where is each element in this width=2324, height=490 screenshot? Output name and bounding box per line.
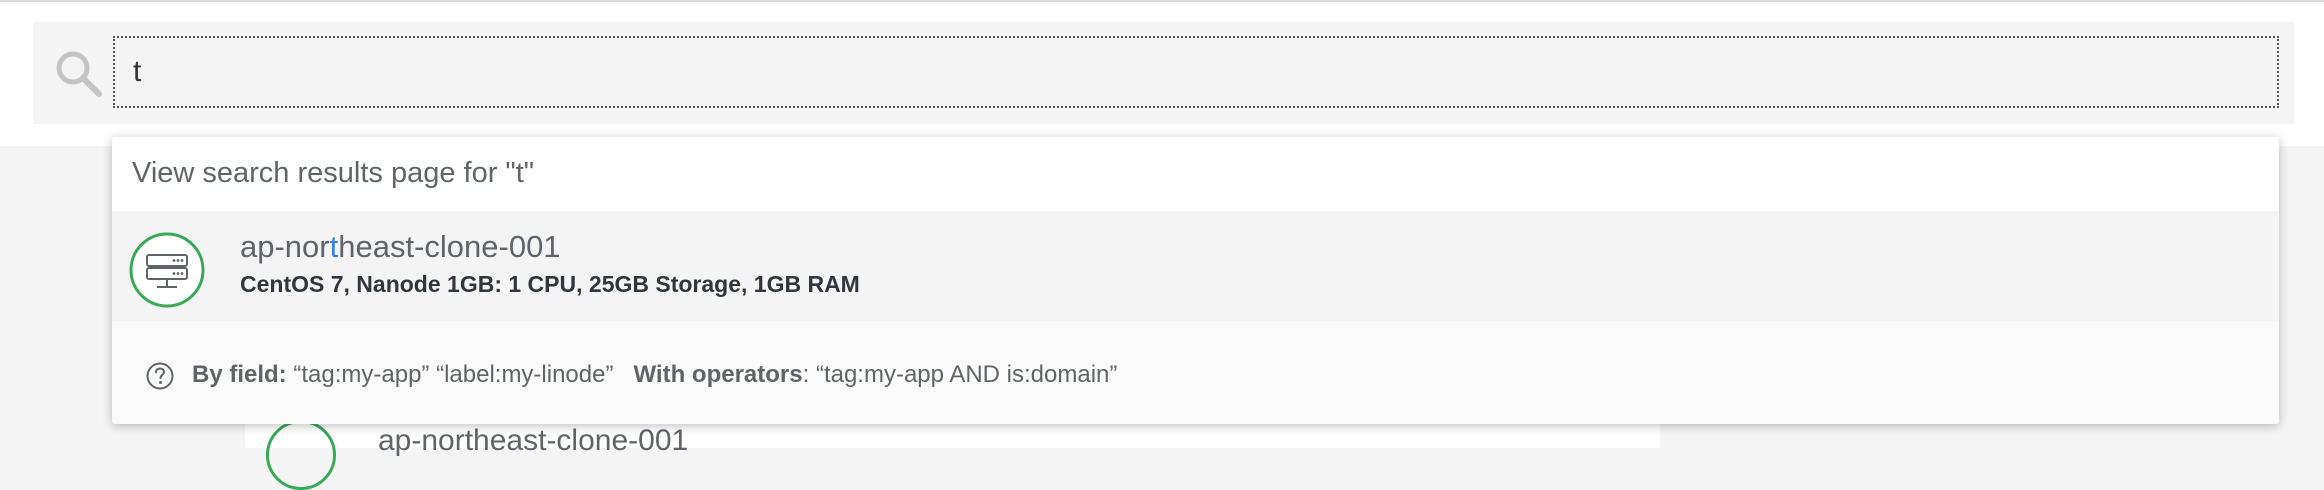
operators-example: : “tag:my-app AND is:domain”: [802, 361, 1118, 388]
operators-label: With operators: [633, 361, 803, 388]
by-field-examples: “tag:my-app” “label:my-linode”: [293, 361, 614, 388]
search-result-item[interactable]: ap-northeast-clone-001 CentOS 7, Nanode …: [112, 211, 2279, 322]
by-field-label: By field:: [192, 361, 287, 388]
search-help-text: By field: “tag:my-app” “label:my-linode”…: [192, 361, 1117, 389]
background-row-title: ap-northeast-clone-001: [378, 424, 689, 457]
search-dropdown: View search results page for "t" ap-nort…: [112, 137, 2279, 424]
background-status-circle: [266, 420, 336, 490]
search-bar: [33, 22, 2294, 124]
search-help-row: By field: “tag:my-app” “label:my-linode”…: [112, 323, 2279, 424]
result-description: CentOS 7, Nanode 1GB: 1 CPU, 25GB Storag…: [240, 271, 860, 297]
result-title-prefix: ap-nor: [240, 229, 330, 264]
result-title-match: t: [329, 229, 339, 264]
search-icon: [56, 51, 102, 97]
result-title-suffix: heast-clone-001: [338, 229, 561, 264]
search-input[interactable]: [113, 36, 2279, 108]
result-title: ap-northeast-clone-001: [240, 229, 561, 265]
view-all-results-link[interactable]: View search results page for "t": [132, 157, 534, 190]
help-icon: [146, 362, 174, 390]
linode-server-icon: [129, 232, 205, 308]
